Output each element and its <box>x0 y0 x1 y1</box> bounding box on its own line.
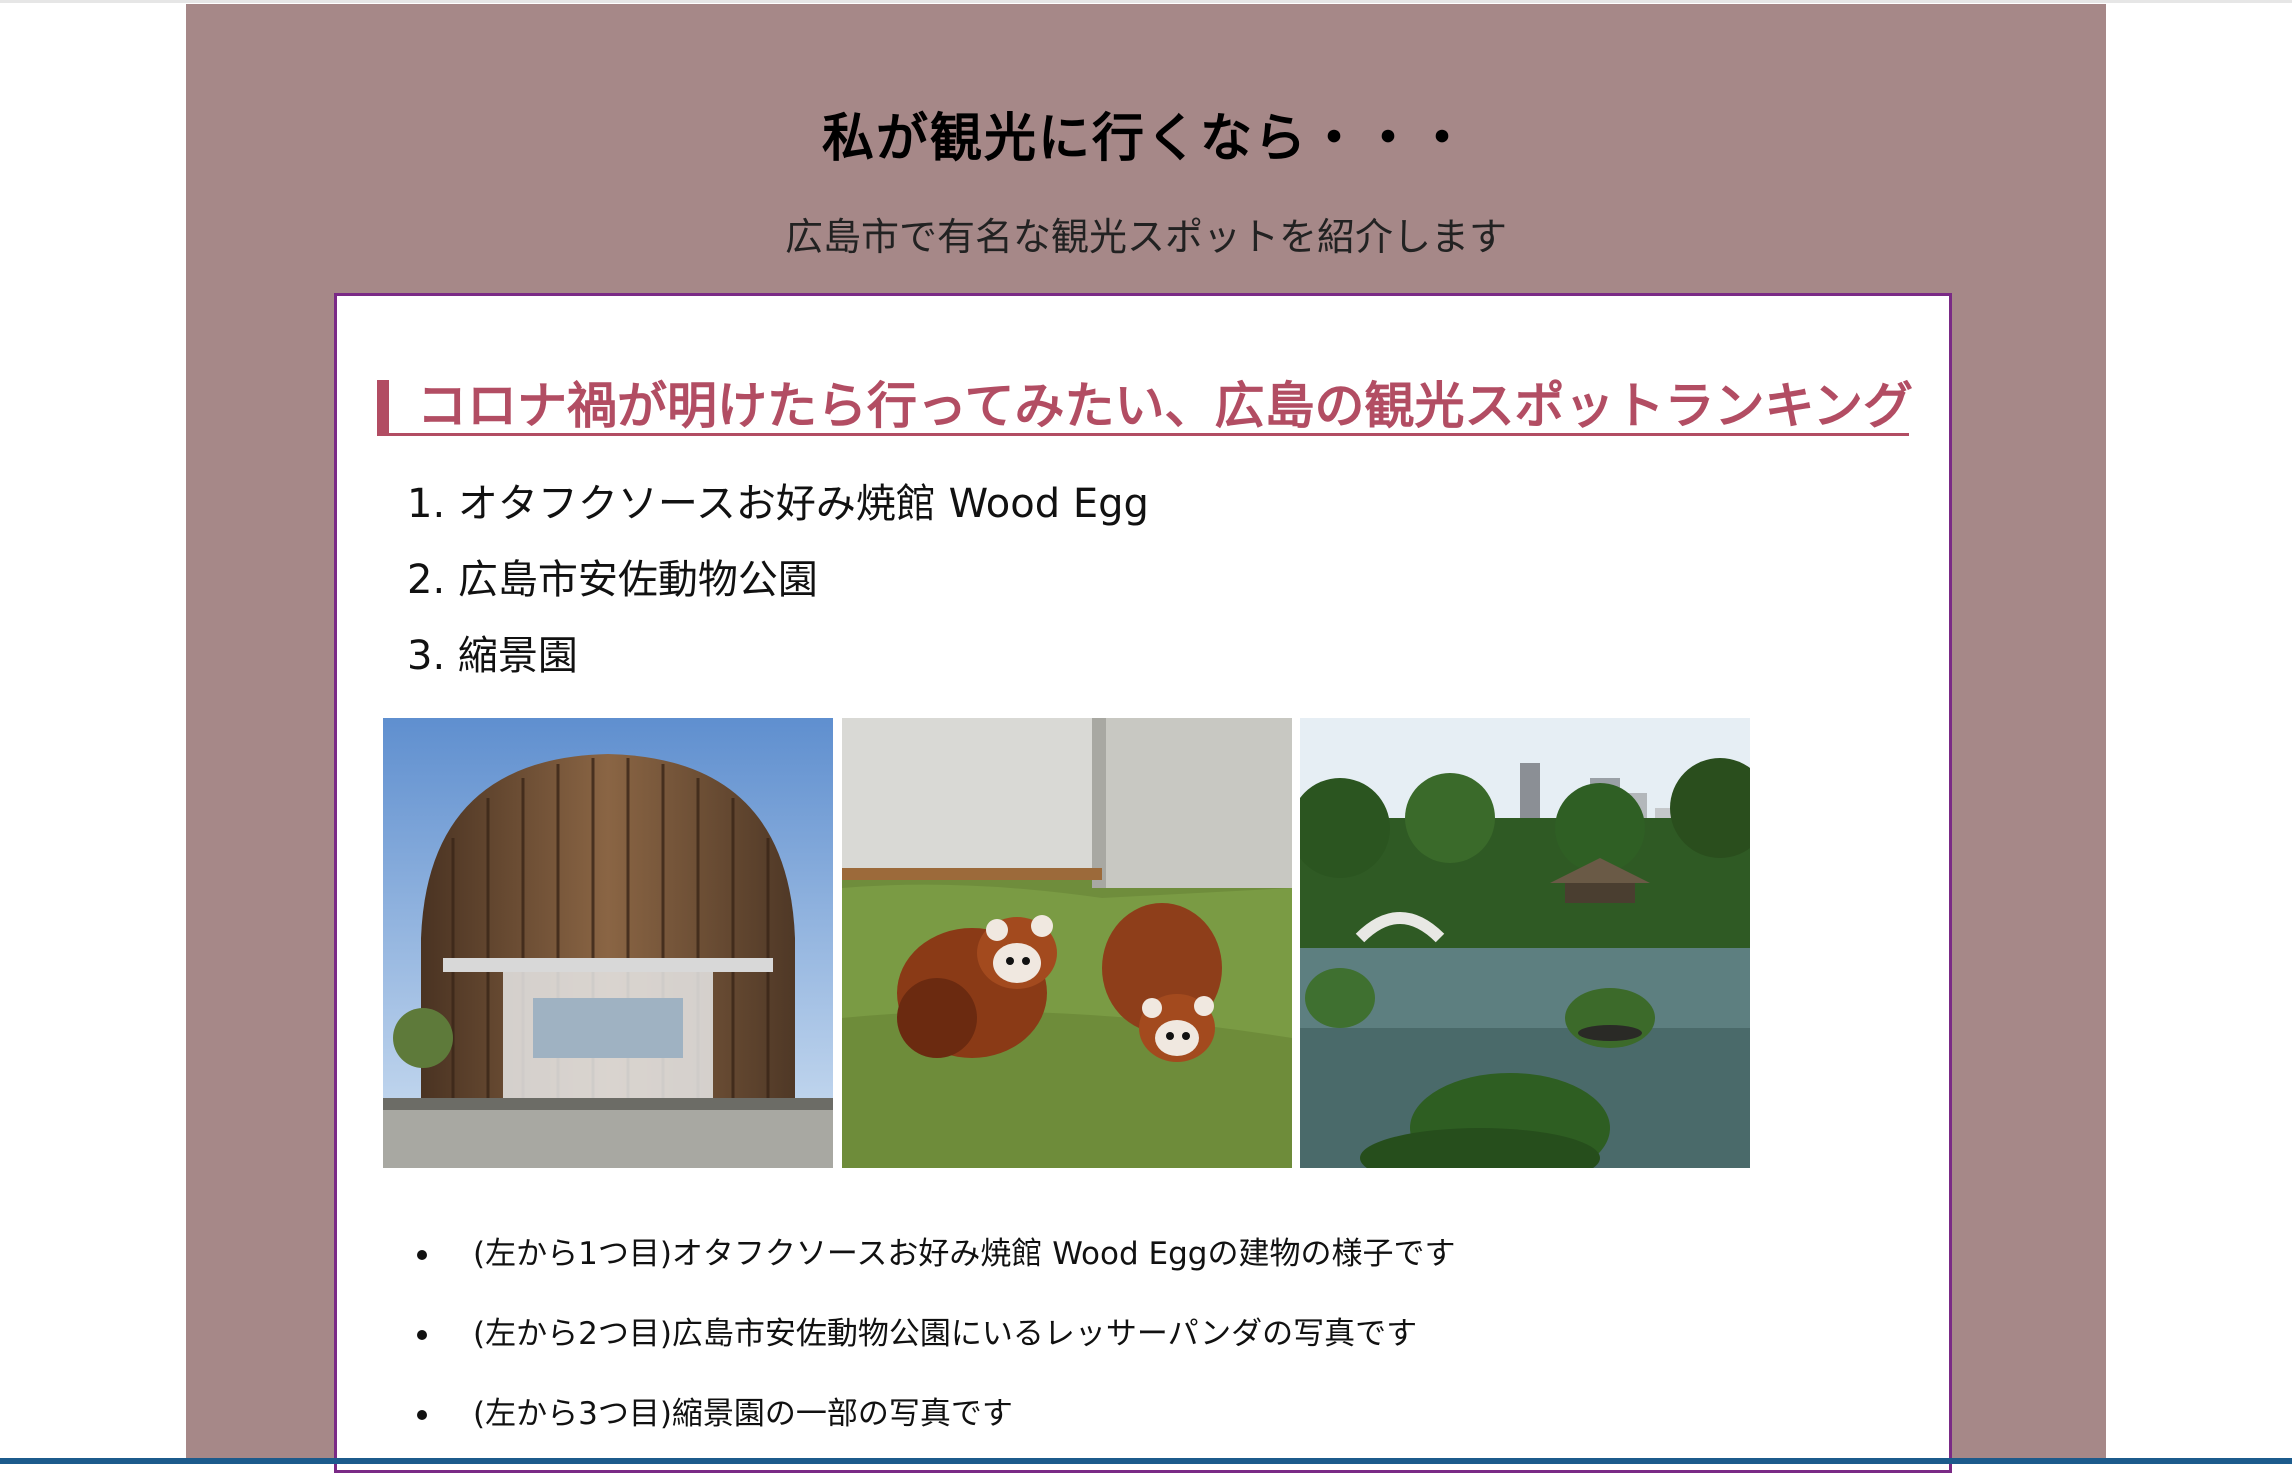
ranking-item: 1. オタフクソースお好み焼館 Wood Egg <box>407 481 1149 527</box>
wood-egg-building-photo <box>383 718 833 1168</box>
caption-item: (左から2つ目)広島市安佐動物公園にいるレッサーパンダの写真です <box>417 1294 1455 1374</box>
page-title: 私が観光に行くなら・・・ <box>821 109 1470 169</box>
bottom-divider <box>0 1458 2292 1464</box>
caption-text: (左から1つ目)オタフクソースお好み焼館 Wood Eggの建物の様子です <box>473 1236 1456 1272</box>
caption-item: (左から3つ目)縮景園の一部の写真です <box>417 1374 1455 1454</box>
caption-list: (左から1つ目)オタフクソースお好み焼館 Wood Eggの建物の様子です (左… <box>417 1214 1455 1454</box>
ranking-item: 2. 広島市安佐動物公園 <box>407 557 818 603</box>
ranking-list: 1. オタフクソースお好み焼館 Wood Egg 2. 広島市安佐動物公園 3.… <box>407 466 1149 694</box>
shukkeien-garden-photo <box>1300 718 1750 1168</box>
ranking-item: 3. 縮景園 <box>407 633 578 679</box>
red-panda-photo <box>842 718 1292 1168</box>
content-box: コロナ禍が明けたら行ってみたい、広島の観光スポットランキング 1. オタフクソー… <box>334 293 1952 1473</box>
top-divider <box>0 0 2292 3</box>
caption-text: (左から3つ目)縮景園の一部の写真です <box>473 1396 1013 1432</box>
caption-item: (左から1つ目)オタフクソースお好み焼館 Wood Eggの建物の様子です <box>417 1214 1455 1294</box>
building-photo-image <box>383 718 833 1168</box>
bullet-icon <box>417 1250 427 1260</box>
page-container: 私が観光に行くなら・・・ 広島市で有名な観光スポットを紹介します コロナ禍が明け… <box>186 4 2106 1473</box>
caption-text: (左から2つ目)広島市安佐動物公園にいるレッサーパンダの写真です <box>473 1316 1418 1352</box>
bullet-icon <box>417 1330 427 1340</box>
garden-photo-image <box>1300 718 1750 1168</box>
section-heading: コロナ禍が明けたら行ってみたい、広島の観光スポットランキング <box>377 380 1913 436</box>
bullet-icon <box>417 1410 427 1420</box>
page-subtitle: 広島市で有名な観光スポットを紹介します <box>784 215 1507 259</box>
red-panda-photo-image <box>842 718 1292 1168</box>
